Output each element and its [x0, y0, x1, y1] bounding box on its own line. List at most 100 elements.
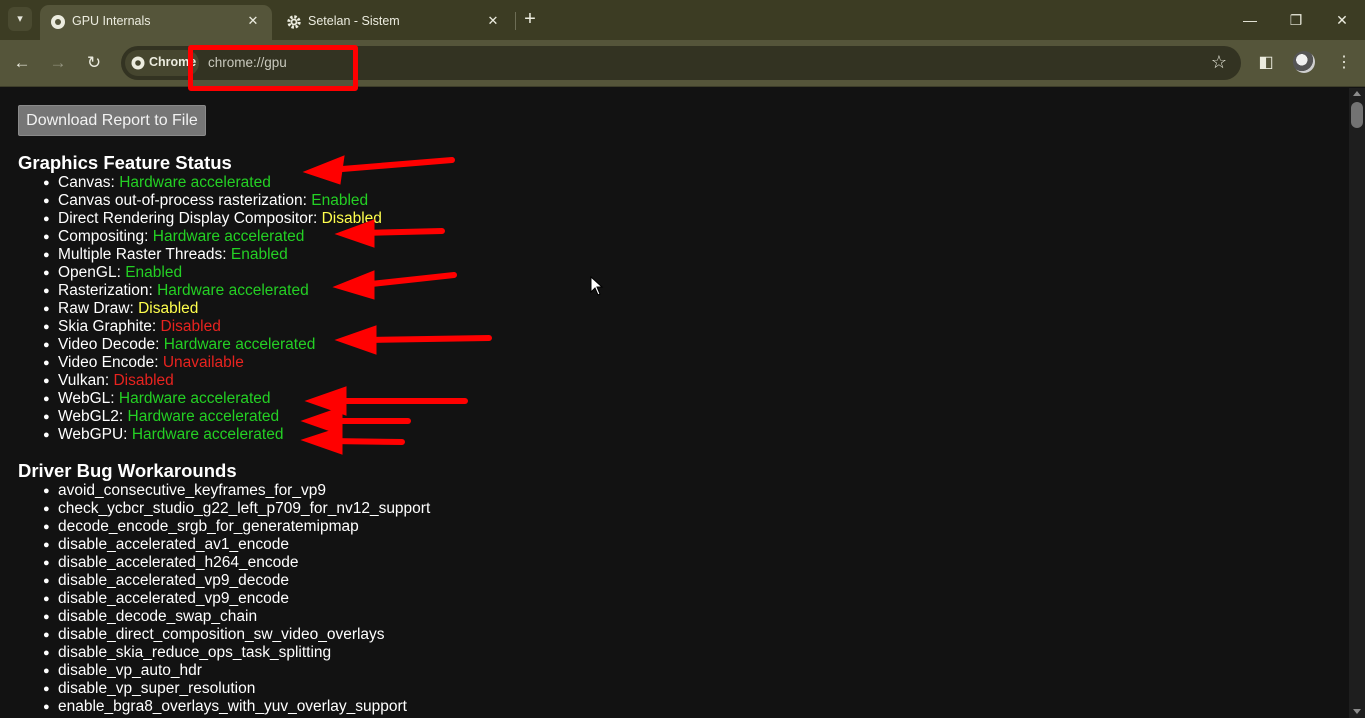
scroll-up-icon[interactable] [1353, 91, 1361, 96]
feature-name: Multiple Raster Threads: [58, 246, 227, 263]
vertical-scrollbar[interactable] [1349, 88, 1365, 718]
more-vert-icon: ⋮ [1336, 54, 1352, 71]
feature-name: Raw Draw: [58, 300, 134, 317]
bullet-icon: ● [43, 177, 50, 189]
tab-search-button[interactable]: ▾ [8, 7, 32, 31]
minimize-button[interactable]: — [1227, 0, 1273, 40]
mouse-cursor-icon [590, 276, 604, 296]
bullet-icon: ● [43, 539, 50, 551]
close-tab-icon[interactable]: ✕ [244, 12, 262, 30]
bullet-icon: ● [43, 285, 50, 297]
feature-status-item: ● Video Encode: Unavailable [40, 354, 382, 372]
feature-status-value: Hardware accelerated [152, 228, 305, 245]
feature-status-item: ● Direct Rendering Display Compositor: Di… [40, 210, 382, 228]
bullet-icon: ● [43, 195, 50, 207]
feature-status-value: Hardware accelerated [118, 390, 271, 407]
new-tab-button[interactable]: + [519, 8, 541, 30]
workaround-text: disable_skia_reduce_ops_task_splitting [58, 644, 332, 661]
feature-status-item: ● WebGPU: Hardware accelerated [40, 426, 382, 444]
bullet-icon: ● [43, 321, 50, 333]
bullet-icon: ● [43, 503, 50, 515]
side-panel-button[interactable]: ◧ [1253, 50, 1279, 76]
close-tab-icon[interactable]: ✕ [484, 12, 502, 30]
back-button[interactable]: ← [9, 50, 35, 76]
feature-status-value: Enabled [311, 192, 369, 209]
side-panel-icon: ◧ [1258, 54, 1274, 71]
feature-name: Direct Rendering Display Compositor: [58, 210, 318, 227]
forward-button[interactable]: → [45, 50, 71, 76]
bullet-icon: ● [43, 647, 50, 659]
feature-name: Canvas: [58, 174, 115, 191]
workaround-text: disable_vp_super_resolution [58, 680, 256, 697]
feature-name: Canvas out-of-process rasterization: [58, 192, 307, 209]
workaround-item: ● avoid_consecutive_keyframes_for_vp9 [40, 482, 430, 500]
workaround-item: ● disable_decode_swap_chain [40, 608, 430, 626]
bullet-icon: ● [43, 521, 50, 533]
workaround-item: ● disable_skia_reduce_ops_task_splitting [40, 644, 430, 662]
menu-button[interactable]: ⋮ [1331, 50, 1357, 76]
bullet-icon: ● [43, 303, 50, 315]
feature-status-item: ● Canvas: Hardware accelerated [40, 174, 382, 192]
bullet-icon: ● [43, 249, 50, 261]
bullet-icon: ● [43, 357, 50, 369]
tab-divider [515, 12, 516, 30]
scroll-thumb[interactable] [1351, 102, 1363, 128]
tab-setelan-sistem[interactable]: Setelan - Sistem ✕ [276, 5, 512, 40]
bullet-icon: ● [43, 683, 50, 695]
scroll-down-icon[interactable] [1353, 709, 1361, 714]
reload-button[interactable]: ↻ [81, 50, 107, 76]
bullet-icon: ● [43, 213, 50, 225]
feature-status-heading: Graphics Feature Status [18, 152, 232, 173]
tab-title: Setelan - Sistem [308, 14, 400, 28]
tab-gpu-internals[interactable]: GPU Internals ✕ [40, 5, 272, 40]
feature-status-value: Enabled [230, 246, 288, 263]
feature-status-item: ● Skia Graphite: Disabled [40, 318, 382, 336]
feature-status-value: Hardware accelerated [127, 408, 280, 425]
workaround-text: disable_accelerated_vp9_decode [58, 572, 289, 589]
feature-status-item: ● Rasterization: Hardware accelerated [40, 282, 382, 300]
workaround-item: ● disable_accelerated_av1_encode [40, 536, 430, 554]
feature-status-value: Disabled [160, 318, 221, 335]
feature-status-value: Enabled [125, 264, 183, 281]
tab-strip: ▾ GPU Internals ✕ Setelan - Sistem ✕ + —… [0, 0, 1365, 40]
bullet-icon: ● [43, 231, 50, 243]
feature-name: WebGL2: [58, 408, 124, 425]
reload-icon: ↻ [86, 53, 102, 72]
workaround-text: disable_direct_composition_sw_video_over… [58, 626, 385, 643]
url-highlight-box [188, 45, 358, 91]
feature-name: OpenGL: [58, 264, 121, 281]
bullet-icon: ● [43, 429, 50, 441]
workaround-text: decode_encode_srgb_for_generatemipmap [58, 518, 359, 535]
feature-status-item: ● OpenGL: Enabled [40, 264, 382, 282]
feature-status-item: ● WebGL2: Hardware accelerated [40, 408, 382, 426]
workaround-text: disable_decode_swap_chain [58, 608, 258, 625]
bullet-icon: ● [43, 339, 50, 351]
workaround-text: avoid_consecutive_keyframes_for_vp9 [58, 482, 326, 499]
close-window-button[interactable]: ✕ [1319, 0, 1365, 40]
workaround-item: ● disable_vp_super_resolution [40, 680, 430, 698]
bookmark-star-icon[interactable]: ☆ [1211, 52, 1227, 73]
download-report-button[interactable]: Download Report to File [18, 105, 206, 136]
feature-name: Compositing: [58, 228, 149, 245]
bullet-icon: ● [43, 411, 50, 423]
feature-status-value: Hardware accelerated [119, 174, 271, 191]
feature-name: Skia Graphite: [58, 318, 157, 335]
restore-button[interactable]: ❐ [1273, 0, 1319, 40]
profile-avatar[interactable] [1293, 51, 1315, 73]
feature-status-value: Unavailable [162, 354, 244, 371]
bullet-icon: ● [43, 375, 50, 387]
feature-status-list: ● Canvas: Hardware accelerated ● Canvas out… [40, 174, 382, 444]
arrow-left-icon: ← [13, 53, 31, 72]
bullet-icon: ● [43, 629, 50, 641]
workaround-item: ● disable_accelerated_h264_encode [40, 554, 430, 572]
bullet-icon: ● [43, 485, 50, 497]
feature-status-value: Disabled [113, 372, 174, 389]
workaround-text: disable_vp_auto_hdr [58, 662, 202, 679]
workaround-item: ● disable_vp_auto_hdr [40, 662, 430, 680]
chevron-down-icon: ▾ [17, 13, 23, 25]
feature-name: WebGL: [58, 390, 115, 407]
workaround-text: enable_bgra8_overlays_with_yuv_overlay_s… [58, 698, 407, 715]
workaround-item: ● enable_bgra8_overlays_with_yuv_overlay_… [40, 698, 430, 716]
workaround-text: check_ycbcr_studio_g22_left_p709_for_nv1… [58, 500, 431, 517]
feature-name: Video Encode: [58, 354, 159, 371]
